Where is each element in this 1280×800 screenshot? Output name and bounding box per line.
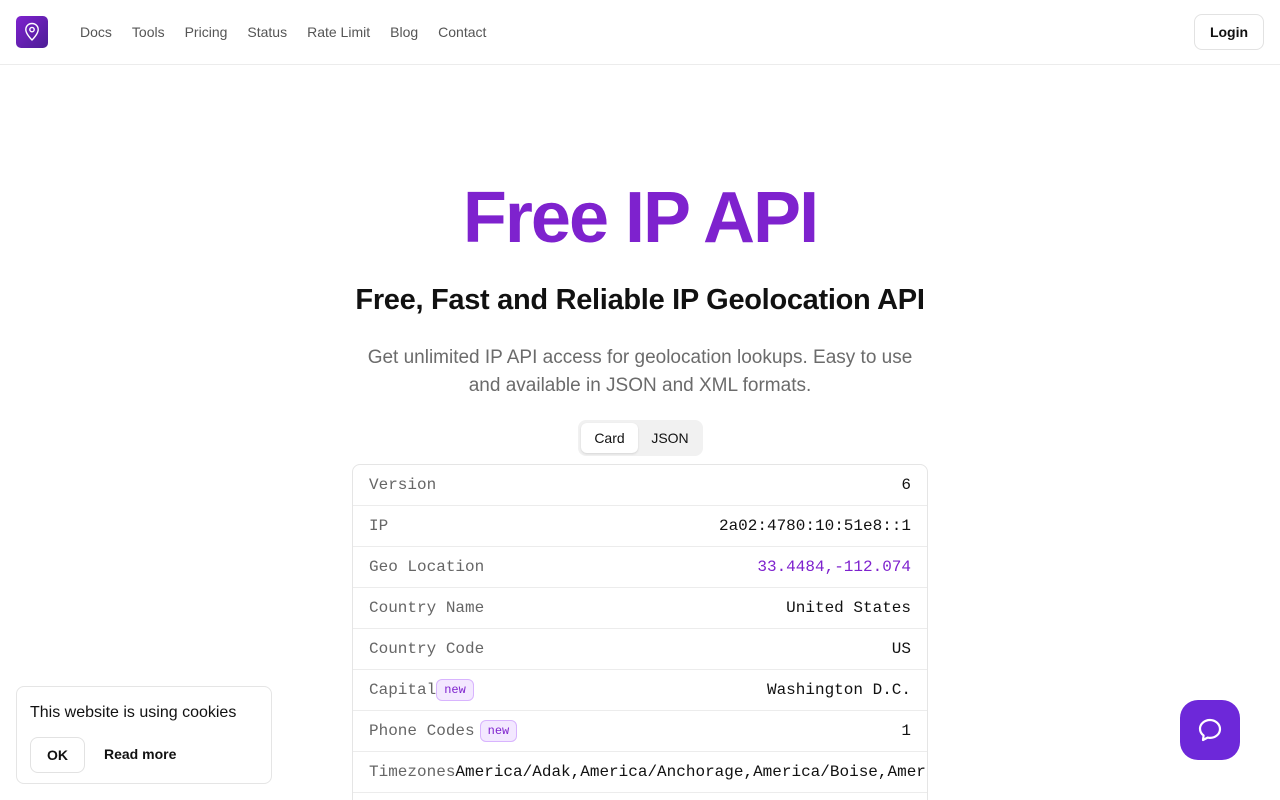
nav-status[interactable]: Status	[247, 24, 287, 40]
row-label-text: Phone Codes	[369, 722, 475, 740]
tab-card[interactable]: Card	[581, 423, 638, 453]
hero-subtitle: Free, Fast and Reliable IP Geolocation A…	[355, 284, 925, 316]
hero-title: Free IP API	[462, 178, 819, 258]
chat-bubble-icon	[1198, 718, 1222, 742]
table-row: Country Code US	[353, 629, 927, 670]
row-label-text: Capital	[369, 681, 437, 699]
logo[interactable]	[16, 16, 48, 48]
login-button[interactable]: Login	[1194, 14, 1264, 50]
ip-info-card: Version 6 IP 2a02:4780:10:51e8::1 Geo Lo…	[352, 464, 928, 800]
row-label: Timezones	[369, 763, 456, 781]
row-label: Phone Codes new	[369, 720, 518, 742]
row-value: United States	[786, 599, 911, 617]
row-label: Country Code	[369, 640, 485, 658]
nav-docs[interactable]: Docs	[80, 24, 112, 40]
nav-blog[interactable]: Blog	[390, 24, 418, 40]
table-row: Capital new Washington D.C.	[353, 670, 927, 711]
nav-pricing[interactable]: Pricing	[185, 24, 228, 40]
row-label: Version	[369, 476, 437, 494]
new-badge: new	[436, 679, 474, 701]
row-value: America/Adak,America/Anchorage,America/B…	[455, 763, 927, 781]
nav-tools[interactable]: Tools	[132, 24, 165, 40]
main-nav: Docs Tools Pricing Status Rate Limit Blo…	[80, 0, 486, 64]
view-toggle: Card JSON	[578, 420, 703, 456]
row-label: Country Name	[369, 599, 485, 617]
nav-rate-limit[interactable]: Rate Limit	[307, 24, 370, 40]
table-row: Geo Location 33.4484,-112.074	[353, 547, 927, 588]
cookie-text: This website is using cookies	[30, 704, 237, 721]
row-label: IP	[369, 517, 389, 535]
table-row: Version 6	[353, 465, 927, 506]
tab-json[interactable]: JSON	[642, 423, 698, 453]
header: Docs Tools Pricing Status Rate Limit Blo…	[0, 0, 1280, 65]
table-row: Country Name United States	[353, 588, 927, 629]
nav-contact[interactable]: Contact	[438, 24, 486, 40]
table-row: IP 2a02:4780:10:51e8::1	[353, 506, 927, 547]
row-label: Geo Location	[369, 558, 485, 576]
row-value: 2a02:4780:10:51e8::1	[718, 517, 911, 535]
hero-description: Get unlimited IP API access for geolocat…	[367, 347, 913, 396]
geo-location-link[interactable]: 33.4484,-112.074	[757, 558, 911, 576]
row-value: Washington D.C.	[766, 681, 911, 699]
row-label: Capital new	[369, 679, 474, 701]
row-value: US	[891, 640, 911, 658]
new-badge: new	[479, 720, 518, 742]
location-pin-icon	[25, 22, 39, 41]
chat-button[interactable]	[1180, 700, 1240, 760]
table-row: Phone Codes new 1	[353, 711, 927, 752]
cookie-banner: This website is using cookies OK Read mo…	[16, 686, 272, 784]
row-value: 6	[901, 476, 911, 494]
cookie-ok-button[interactable]: OK	[30, 737, 85, 773]
cookie-read-more-link[interactable]: Read more	[104, 746, 176, 762]
table-row: Timezones America/Adak,America/Anchorage…	[353, 752, 927, 793]
row-value: 1	[901, 722, 911, 740]
